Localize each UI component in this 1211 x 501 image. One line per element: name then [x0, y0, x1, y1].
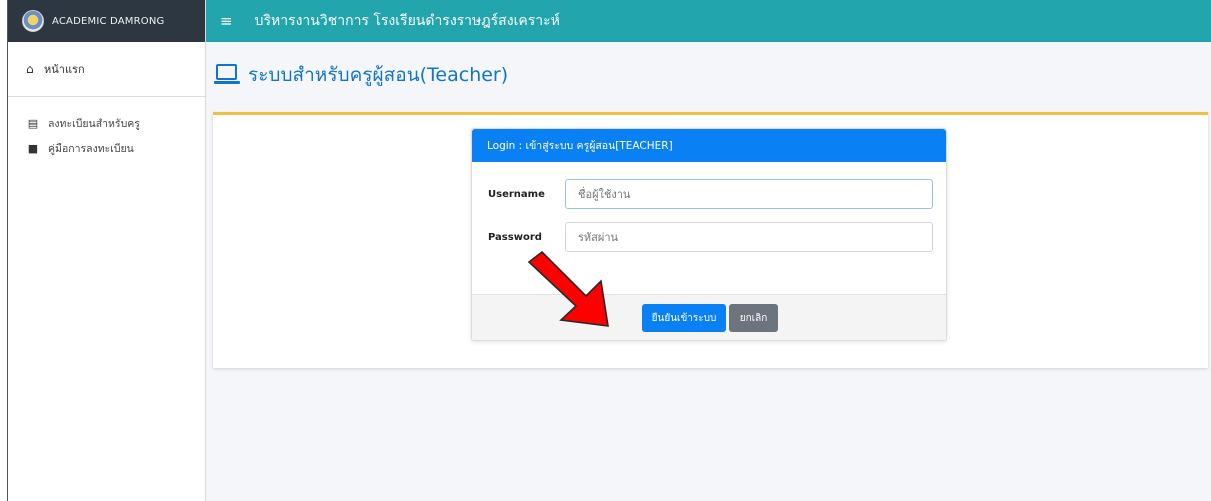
brand-name: ACADEMIC DAMRONG — [52, 15, 165, 27]
login-submit-button[interactable]: ยืนยันเข้าระบบ — [642, 304, 726, 332]
login-panel: Login : เข้าสู่ระบบ ครูผู้สอน[TEACHER] U… — [471, 128, 947, 341]
sidebar-item-home[interactable]: ⌂ หน้าแรก — [8, 42, 205, 97]
password-label: Password — [488, 231, 542, 243]
sidebar-item-label: ลงทะเบียนสำหรับครู — [48, 118, 140, 130]
school-logo-icon — [22, 10, 44, 32]
page-title: ระบบสำหรับครูผู้สอน(Teacher) — [248, 64, 509, 86]
login-header: Login : เข้าสู่ระบบ ครูผู้สอน[TEACHER] — [472, 129, 946, 162]
page-header: ระบบสำหรับครูผู้สอน(Teacher) — [214, 60, 508, 90]
login-footer: ยืนยันเข้าระบบ ยกเลิก — [472, 294, 946, 340]
top-bar: ≡ บริหารงานวิชาการ โรงเรียนดำรงราษฎร์สงเ… — [206, 0, 1211, 42]
sidebar-item-manual[interactable]: ■ คู่มือการลงทะเบียน — [8, 136, 205, 161]
sidebar: ACADEMIC DAMRONG ⌂ หน้าแรก ▤ ลงทะเบียนสำ… — [8, 0, 206, 501]
sidebar-item-label: คู่มือการลงทะเบียน — [48, 143, 134, 155]
sidebar-item-label: หน้าแรก — [44, 63, 85, 76]
laptop-icon — [214, 64, 240, 86]
register-icon: ▤ — [27, 117, 39, 130]
sidebar-item-register[interactable]: ▤ ลงทะเบียนสำหรับครู — [8, 111, 205, 136]
brand[interactable]: ACADEMIC DAMRONG — [8, 0, 205, 42]
topbar-title: บริหารงานวิชาการ โรงเรียนดำรงราษฎร์สงเคร… — [254, 13, 560, 29]
password-input[interactable] — [565, 222, 933, 252]
main-content: ระบบสำหรับครูผู้สอน(Teacher) Login : เข้… — [206, 42, 1211, 501]
sidebar-nav: ▤ ลงทะเบียนสำหรับครู ■ คู่มือการลงทะเบีย… — [8, 97, 205, 161]
hamburger-menu-icon[interactable]: ≡ — [220, 12, 233, 30]
manual-icon: ■ — [27, 142, 39, 155]
home-icon: ⌂ — [26, 62, 34, 76]
username-row: Username — [488, 179, 933, 209]
username-label: Username — [488, 188, 545, 200]
password-row: Password — [488, 222, 933, 252]
username-input[interactable] — [565, 179, 933, 209]
login-cancel-button[interactable]: ยกเลิก — [729, 304, 778, 332]
